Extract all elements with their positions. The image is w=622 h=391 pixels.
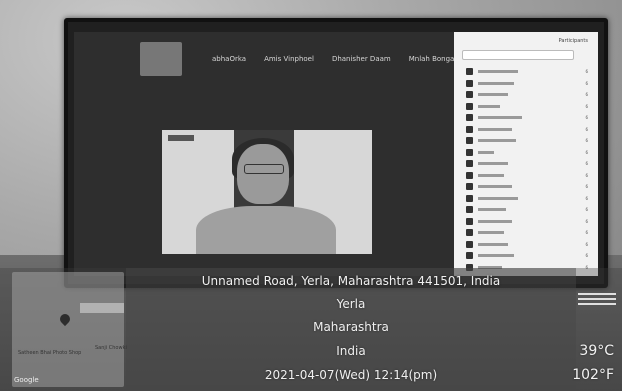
meeting-video-area: abhaOrka Amis Vinphoel Dhanisher Daam Mn… xyxy=(74,32,492,276)
speaker-body xyxy=(196,206,336,254)
participant-mic-status[interactable]: 6 xyxy=(585,207,588,212)
map-brand: Google xyxy=(14,376,39,384)
participant-mic-status[interactable]: 6 xyxy=(585,173,588,178)
geo-country: India xyxy=(336,344,366,358)
participant-name xyxy=(478,219,512,223)
mini-map xyxy=(12,272,124,387)
participant-mic-status[interactable]: 6 xyxy=(585,138,588,143)
participant-row[interactable]: 6 xyxy=(466,124,588,136)
participant-name xyxy=(478,93,508,97)
map-road xyxy=(80,303,124,313)
monitor: abhaOrka Amis Vinphoel Dhanisher Daam Mn… xyxy=(64,18,608,288)
speaker-face xyxy=(237,144,289,204)
main-speaker-video xyxy=(162,130,372,254)
participant-avatar xyxy=(466,137,473,145)
participant-mic-status[interactable]: 6 xyxy=(585,127,588,132)
participant-row[interactable]: 6 xyxy=(466,204,588,216)
participant-tabs: abhaOrka Amis Vinphoel Dhanisher Daam Mn… xyxy=(212,50,492,68)
participant-row[interactable]: 6 xyxy=(466,193,588,205)
participant-row[interactable]: 6 xyxy=(466,239,588,251)
participant-mic-status[interactable]: 6 xyxy=(585,242,588,247)
participant-mic-status[interactable]: 6 xyxy=(585,69,588,74)
participant-row[interactable]: 6 xyxy=(466,170,588,182)
participant-avatar xyxy=(466,229,473,237)
participant-row[interactable]: 6 xyxy=(466,78,588,90)
participant-row[interactable]: 6 xyxy=(466,112,588,124)
participant-avatar xyxy=(466,160,473,168)
participant-row[interactable]: 6 xyxy=(466,101,588,113)
participant-mic-status[interactable]: 6 xyxy=(585,161,588,166)
participant-tab-1[interactable]: abhaOrka xyxy=(212,55,246,63)
participant-avatar xyxy=(466,91,473,99)
participant-avatar xyxy=(466,125,473,133)
participant-name xyxy=(478,208,506,212)
participant-avatar xyxy=(466,206,473,214)
participant-mic-status[interactable]: 6 xyxy=(585,92,588,97)
participant-avatar xyxy=(466,171,473,179)
participant-tab-3[interactable]: Dhanisher Daam xyxy=(332,55,391,63)
participant-name xyxy=(478,116,522,120)
participant-row[interactable]: 6 xyxy=(466,250,588,262)
self-view-thumbnail[interactable] xyxy=(140,42,182,76)
participant-name xyxy=(478,185,512,189)
speaker-glasses xyxy=(244,164,284,174)
participant-avatar xyxy=(466,79,473,87)
participant-name xyxy=(478,242,508,246)
participant-name xyxy=(478,70,518,74)
participant-tab-2[interactable]: Amis Vinphoel xyxy=(264,55,314,63)
panel-title: Participants xyxy=(558,38,588,44)
participant-avatar xyxy=(466,114,473,122)
participant-name xyxy=(478,104,500,108)
participant-mic-status[interactable]: 6 xyxy=(585,150,588,155)
participant-name xyxy=(478,173,504,177)
participant-mic-status[interactable]: 6 xyxy=(585,219,588,224)
participant-mic-status[interactable]: 6 xyxy=(585,184,588,189)
speaker-name-tag xyxy=(168,135,194,141)
participant-avatar xyxy=(466,252,473,260)
participant-avatar xyxy=(466,102,473,110)
participant-row[interactable]: 6 xyxy=(466,135,588,147)
participant-row[interactable]: 6 xyxy=(466,89,588,101)
participant-mic-status[interactable]: 6 xyxy=(585,230,588,235)
participant-name xyxy=(478,81,514,85)
participant-mic-status[interactable]: 6 xyxy=(585,196,588,201)
participant-avatar xyxy=(466,68,473,76)
participant-name xyxy=(478,150,494,154)
geo-address: Unnamed Road, Yerla, Maharashtra 441501,… xyxy=(201,274,501,288)
geo-datetime: 2021-04-07(Wed) 12:14(pm) xyxy=(264,368,438,382)
participant-name xyxy=(478,254,514,258)
participant-list: 666666666666666666 xyxy=(466,66,588,273)
participant-name xyxy=(478,231,504,235)
map-label-left: Satheen Bhai Photo Shop xyxy=(18,350,82,356)
map-label-right: Sanji Chowki xyxy=(95,345,127,351)
temperature-fahrenheit: 102°F xyxy=(572,367,614,383)
participant-name xyxy=(478,139,516,143)
participant-mic-status[interactable]: 6 xyxy=(585,81,588,86)
participants-panel: Participants 666666666666666666 xyxy=(454,32,598,276)
participant-avatar xyxy=(466,183,473,191)
participant-row[interactable]: 6 xyxy=(466,66,588,78)
participant-row[interactable]: 6 xyxy=(466,147,588,159)
participant-row[interactable]: 6 xyxy=(466,181,588,193)
monitor-screen: abhaOrka Amis Vinphoel Dhanisher Daam Mn… xyxy=(74,32,598,276)
participant-avatar xyxy=(466,194,473,202)
geo-state: Maharashtra xyxy=(313,320,389,334)
participant-name xyxy=(478,127,512,131)
participant-avatar xyxy=(466,240,473,248)
participant-avatar xyxy=(466,148,473,156)
participant-name xyxy=(478,196,518,200)
geo-locality: Yerla xyxy=(336,297,366,311)
participant-mic-status[interactable]: 6 xyxy=(585,253,588,258)
participant-avatar xyxy=(466,217,473,225)
wind-icon xyxy=(578,293,616,311)
participant-row[interactable]: 6 xyxy=(466,216,588,228)
temperature-celsius: 39°C xyxy=(579,343,614,359)
participant-tab-4[interactable]: Mnlah Bongale xyxy=(409,55,461,63)
participant-row[interactable]: 6 xyxy=(466,227,588,239)
participant-mic-status[interactable]: 6 xyxy=(585,115,588,120)
participant-mic-status[interactable]: 6 xyxy=(585,104,588,109)
participant-row[interactable]: 6 xyxy=(466,158,588,170)
participant-search-input[interactable] xyxy=(462,50,574,60)
participant-name xyxy=(478,162,508,166)
